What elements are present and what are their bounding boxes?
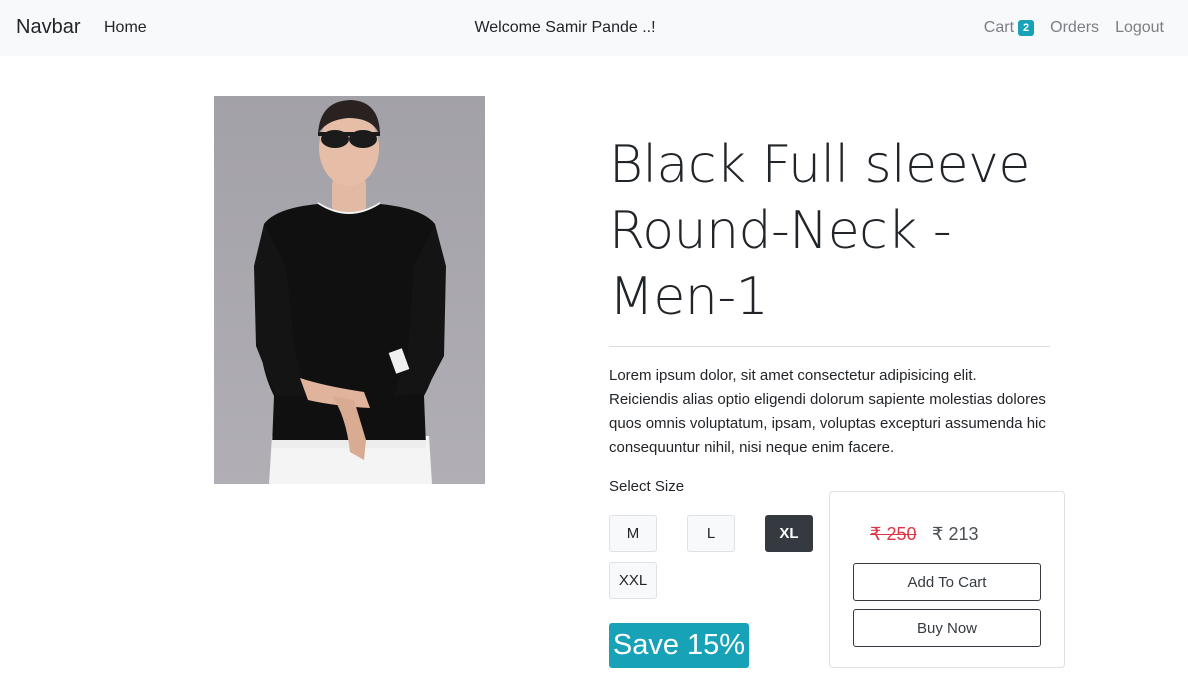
original-price: ₹ 250 xyxy=(870,524,917,544)
discounted-price: ₹ 213 xyxy=(932,524,979,544)
nav-link-orders[interactable]: Orders xyxy=(1050,19,1099,37)
size-option-xxl[interactable]: XXL xyxy=(609,562,657,599)
nav-link-cart[interactable]: Cart 2 xyxy=(983,19,1035,37)
add-to-cart-button[interactable]: Add To Cart xyxy=(853,563,1041,601)
navbar: Navbar Home Welcome Samir Pande ..! Cart… xyxy=(0,0,1188,56)
price-card: ₹ 250 ₹ 213 Add To Cart Buy Now xyxy=(829,491,1065,668)
select-size-label: Select Size xyxy=(609,478,685,495)
cart-label: Cart xyxy=(983,19,1015,36)
product-image xyxy=(214,96,485,484)
nav-right-links: Cart 2 Orders Logout xyxy=(984,19,1164,37)
cart-count-badge: 2 xyxy=(1018,20,1035,36)
nav-link-logout[interactable]: Logout xyxy=(1115,19,1164,37)
product-photo-illustration xyxy=(254,100,446,484)
size-option-m[interactable]: M xyxy=(609,515,657,552)
discount-badge: Save 15% xyxy=(609,623,749,668)
title-divider xyxy=(609,346,1050,347)
welcome-message: Welcome Samir Pande ..! xyxy=(474,19,656,36)
size-option-xl[interactable]: XL xyxy=(765,515,813,552)
product-description: Lorem ipsum dolor, sit amet consectetur … xyxy=(609,367,1046,456)
product-title: Black Full sleeve Round-Neck - Men-1 xyxy=(609,135,1030,327)
buy-now-button[interactable]: Buy Now xyxy=(853,609,1041,647)
size-option-l[interactable]: L xyxy=(687,515,735,552)
